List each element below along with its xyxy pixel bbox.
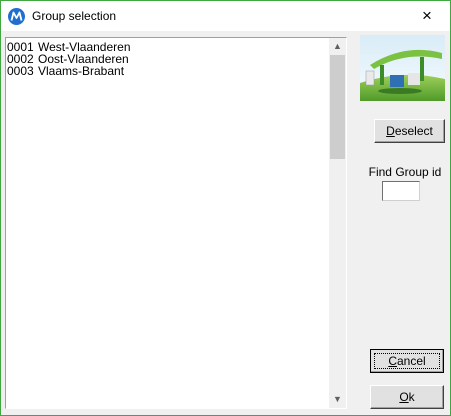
deselect-label: Deselect [386,124,433,138]
app-logo-icon [8,8,25,25]
group-items: 0001 West-Vlaanderen 0002 Oost-Vlaanderen 00… [6,41,328,77]
list-item[interactable]: 0003 Vlaams-Brabant [6,65,328,77]
ok-label: Ok [399,390,415,404]
window-title: Group selection [32,9,117,23]
chevron-up-icon[interactable]: ▲ [329,38,346,55]
group-list[interactable]: 0001 West-Vlaanderen 0002 Oost-Vlaanderen 00… [5,37,347,409]
scroll-thumb[interactable] [330,55,345,159]
find-group-id-input[interactable] [382,181,420,201]
title-bar: Group selection × [1,1,450,31]
chevron-down-icon[interactable]: ▼ [329,391,346,408]
deselect-button[interactable]: Deselect [374,119,445,143]
close-button[interactable]: × [404,1,450,31]
ok-button[interactable]: Ok [370,385,444,409]
group-name: Vlaams-Brabant [38,64,125,78]
group-selection-dialog: Group selection × 0001 West-Vlaanderen 000… [0,0,451,416]
cancel-label: Cancel [388,354,426,368]
cancel-button[interactable]: Cancel [370,349,444,373]
vertical-scrollbar[interactable]: ▲ ▼ [329,38,346,408]
gas-station-image [360,35,445,101]
group-code: 0003 [7,64,34,78]
find-group-id-label: Find Group id [368,165,442,179]
